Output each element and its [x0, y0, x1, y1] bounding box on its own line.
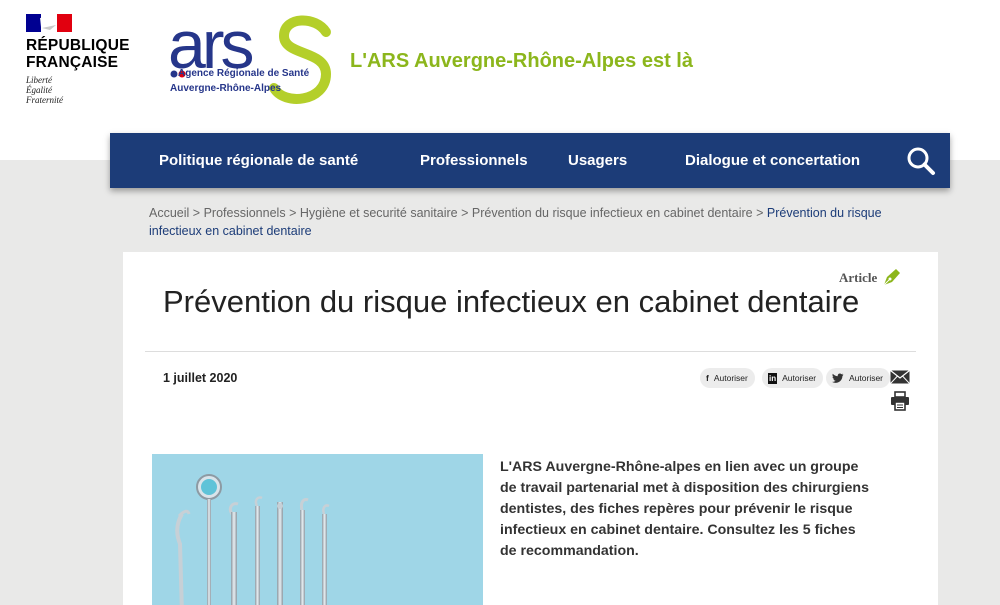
- search-button[interactable]: [906, 146, 936, 176]
- republique-francaise-logo[interactable]: RÉPUBLIQUE FRANÇAISE Liberté Égalité Fra…: [26, 14, 136, 105]
- republique-name-line1: RÉPUBLIQUE: [26, 37, 130, 54]
- site-tagline: L'ARS Auvergne-Rhône-Alpes est là: [350, 50, 693, 72]
- share-twitter-label: Autoriser: [849, 373, 884, 383]
- motto-liberte: Liberté: [26, 75, 52, 85]
- title-divider: [145, 351, 916, 352]
- article-intro: L'ARS Auvergne-Rhône-alpes en lien avec …: [500, 459, 869, 559]
- ars-agency-name: Agence Régionale de Santé: [178, 68, 310, 79]
- breadcrumb-separator: >: [289, 206, 297, 220]
- marianne-flag-icon: [26, 14, 72, 32]
- breadcrumb-separator: >: [461, 206, 469, 220]
- search-icon: [907, 147, 935, 175]
- article-card: Article Prévention du risque infectieux …: [123, 252, 938, 605]
- share-facebook-button[interactable]: f Autoriser: [700, 368, 755, 388]
- share-linkedin-label: Autoriser: [782, 373, 817, 383]
- breadcrumb-prevention[interactable]: Prévention du risque infectieux en cabin…: [472, 206, 753, 220]
- motto-fraternite: Fraternité: [26, 95, 63, 105]
- nav-item-politique-regionale[interactable]: Politique régionale de santé: [159, 152, 358, 169]
- share-facebook-label: Autoriser: [713, 373, 748, 383]
- publication-date: 1 juillet 2020: [163, 371, 238, 385]
- nav-item-usagers[interactable]: Usagers: [568, 152, 627, 169]
- republique-motto: Liberté Égalité Fraternité: [26, 75, 136, 105]
- facebook-icon: f: [706, 373, 709, 383]
- nav-item-dialogue-concertation[interactable]: Dialogue et concertation: [685, 152, 860, 169]
- ars-region-name: Auvergne-Rhône-Alpes: [170, 83, 282, 94]
- republique-name-line2: FRANÇAISE: [26, 54, 119, 71]
- dental-instruments-image: [152, 454, 483, 605]
- breadcrumb-accueil[interactable]: Accueil: [149, 206, 189, 220]
- dental-instruments-illustration: [175, 474, 330, 605]
- pen-icon: [883, 269, 900, 286]
- breadcrumb-separator: >: [756, 206, 764, 220]
- breadcrumb: Accueil > Professionnels > Hygiène et se…: [149, 204, 919, 240]
- print-icon[interactable]: [890, 391, 910, 411]
- twitter-icon: [832, 373, 844, 383]
- breadcrumb-hygiene[interactable]: Hygiène et securité sanitaire: [300, 206, 458, 220]
- share-twitter-button[interactable]: Autoriser: [826, 368, 891, 388]
- mail-icon[interactable]: [890, 370, 910, 384]
- ars-wordmark-graphic: ars: [168, 10, 332, 104]
- share-linkedin-button[interactable]: in Autoriser: [762, 368, 824, 388]
- page-title: Prévention du risque infectieux en cabin…: [163, 284, 860, 319]
- breadcrumb-professionnels[interactable]: Professionnels: [204, 206, 286, 220]
- nav-item-professionnels[interactable]: Professionnels: [420, 152, 528, 169]
- breadcrumb-separator: >: [192, 206, 201, 220]
- motto-egalite: Égalité: [26, 85, 52, 95]
- linkedin-icon: in: [768, 372, 778, 384]
- main-navigation: Politique régionale de santé Professionn…: [110, 133, 950, 188]
